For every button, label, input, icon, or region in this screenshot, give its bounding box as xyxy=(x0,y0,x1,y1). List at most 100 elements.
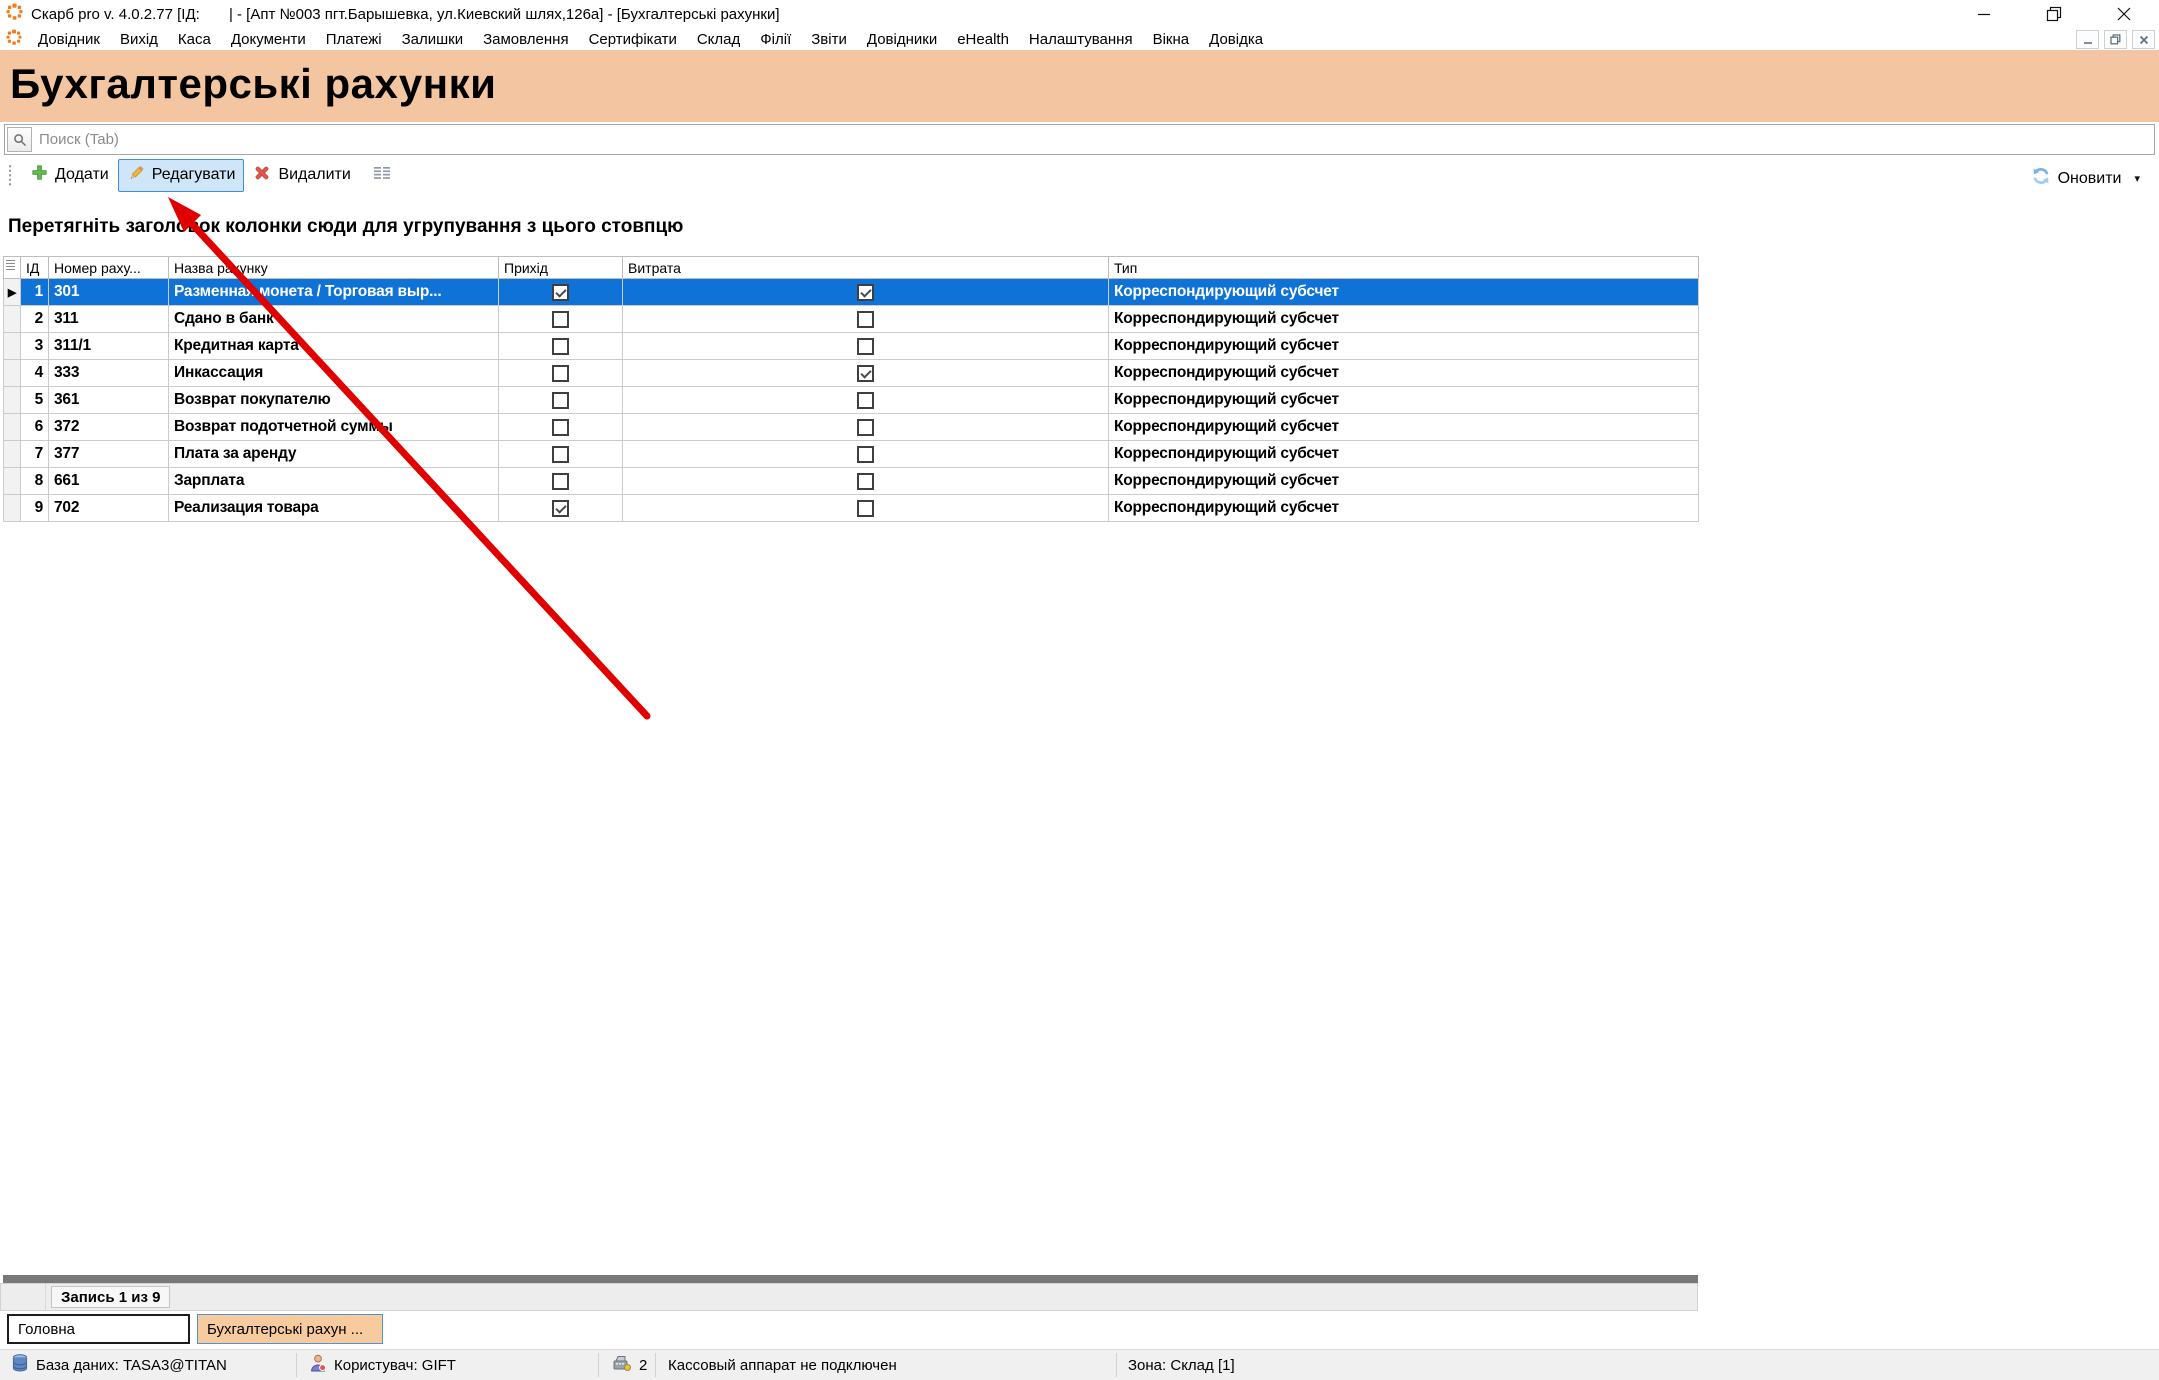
cell-number: 301 xyxy=(49,279,169,306)
cell-id: 2 xyxy=(21,306,49,333)
row-indicator xyxy=(4,387,21,414)
menu-item-14[interactable]: Вікна xyxy=(1143,30,1200,49)
column-header-id[interactable]: ІД xyxy=(21,257,49,279)
menu-item-0[interactable]: Довідник xyxy=(28,30,110,49)
income-checkbox[interactable] xyxy=(552,338,569,355)
income-checkbox[interactable] xyxy=(552,311,569,328)
expense-checkbox[interactable] xyxy=(857,473,874,490)
expense-checkbox[interactable] xyxy=(857,419,874,436)
column-header-income[interactable]: Прихід xyxy=(499,257,623,279)
expense-checkbox[interactable] xyxy=(857,365,874,382)
column-header-type[interactable]: Тип xyxy=(1109,257,1699,279)
record-count: Запись 1 из 9 xyxy=(51,1286,170,1308)
expense-checkbox[interactable] xyxy=(857,338,874,355)
menu-item-2[interactable]: Каса xyxy=(168,30,221,49)
menu-item-6[interactable]: Замовлення xyxy=(473,30,578,49)
database-icon xyxy=(12,1354,28,1376)
mdi-close-button[interactable] xyxy=(2132,30,2155,49)
window-title: Скарб pro v. 4.0.2.77 [ІД: | - [Апт №003… xyxy=(31,6,780,23)
pencil-icon xyxy=(127,164,145,187)
table-row[interactable]: 4333ИнкассацияКорреспондирующий субсчет xyxy=(4,360,1699,387)
column-header-expense[interactable]: Витрата xyxy=(623,257,1109,279)
menu-item-9[interactable]: Філії xyxy=(750,30,801,49)
expense-checkbox[interactable] xyxy=(857,311,874,328)
income-checkbox[interactable] xyxy=(552,446,569,463)
expense-checkbox[interactable] xyxy=(857,284,874,301)
cell-name: Зарплата xyxy=(169,468,499,495)
row-indicator xyxy=(4,414,21,441)
zone-label: Зона: Склад [1] xyxy=(1128,1357,1235,1374)
mdi-minimize-button[interactable] xyxy=(2076,30,2099,49)
cell-id: 9 xyxy=(21,495,49,522)
tab-label: Головна xyxy=(18,1321,75,1338)
titlebar: Скарб pro v. 4.0.2.77 [ІД: | - [Апт №003… xyxy=(0,0,2159,28)
refresh-button[interactable]: Оновити ▾ xyxy=(2022,161,2149,196)
cell-number: 372 xyxy=(49,414,169,441)
row-indicator xyxy=(4,360,21,387)
expense-checkbox[interactable] xyxy=(857,446,874,463)
table-row[interactable]: 7377Плата за арендуКорреспондирующий суб… xyxy=(4,441,1699,468)
menu-item-13[interactable]: Налаштування xyxy=(1019,30,1143,49)
accounts-table: ІД Номер раху... Назва рахунку Прихід Ви… xyxy=(3,256,1699,522)
expense-checkbox[interactable] xyxy=(857,392,874,409)
table-row[interactable]: ▶1301Разменная монета / Торговая выр...К… xyxy=(4,279,1699,306)
mdi-restore-button[interactable] xyxy=(2104,30,2127,49)
cell-number: 311/1 xyxy=(49,333,169,360)
income-checkbox[interactable] xyxy=(552,284,569,301)
add-button-label: Додати xyxy=(55,166,109,184)
cell-expense xyxy=(623,333,1109,360)
menu-item-7[interactable]: Сертифікати xyxy=(579,30,687,49)
cell-expense xyxy=(623,360,1109,387)
horizontal-scrollbar[interactable] xyxy=(3,1275,1698,1283)
cell-expense xyxy=(623,468,1109,495)
menu-item-10[interactable]: Звіти xyxy=(801,30,857,49)
table-row[interactable]: 2311Сдано в банкКорреспондирующий субсче… xyxy=(4,306,1699,333)
income-checkbox[interactable] xyxy=(552,500,569,517)
search-icon[interactable] xyxy=(7,127,32,152)
menu-item-4[interactable]: Платежі xyxy=(316,30,392,49)
columns-icon[interactable] xyxy=(372,165,392,186)
column-header-name[interactable]: Назва рахунку xyxy=(169,257,499,279)
restore-button[interactable] xyxy=(2019,0,2089,28)
zone-status: Зона: Склад [1] xyxy=(1128,1350,1235,1380)
menu-item-3[interactable]: Документи xyxy=(221,30,316,49)
expense-checkbox[interactable] xyxy=(857,500,874,517)
menu-item-12[interactable]: eHealth xyxy=(947,30,1019,49)
income-checkbox[interactable] xyxy=(552,419,569,436)
close-button[interactable] xyxy=(2089,0,2159,28)
cell-id: 1 xyxy=(21,279,49,306)
tab-golovna[interactable]: Головна xyxy=(7,1314,190,1344)
income-checkbox[interactable] xyxy=(552,392,569,409)
search-input[interactable] xyxy=(32,125,2154,154)
menu-item-1[interactable]: Вихід xyxy=(110,30,168,49)
column-header-number[interactable]: Номер раху... xyxy=(49,257,169,279)
table-row[interactable]: 5361Возврат покупателюКорреспондирующий … xyxy=(4,387,1699,414)
table-row[interactable]: 3311/1Кредитная картаКорреспондирующий с… xyxy=(4,333,1699,360)
menu-item-5[interactable]: Залишки xyxy=(392,30,474,49)
column-chooser-icon[interactable] xyxy=(4,257,21,279)
cell-name: Плата за аренду xyxy=(169,441,499,468)
income-checkbox[interactable] xyxy=(552,365,569,382)
minimize-button[interactable] xyxy=(1949,0,2019,28)
table-row[interactable]: 9702Реализация товараКорреспондирующий с… xyxy=(4,495,1699,522)
plus-icon xyxy=(31,164,48,186)
tab-accounting-accounts[interactable]: Бухгалтерські рахун ... xyxy=(197,1314,383,1344)
status-bar: База даних: TASA3@TITAN Користувач: GIFT xyxy=(0,1349,2159,1380)
table-row[interactable]: 6372Возврат подотчетной суммыКорреспонди… xyxy=(4,414,1699,441)
search-box xyxy=(4,124,2155,155)
table-row[interactable]: 8661ЗарплатаКорреспондирующий субсчет xyxy=(4,468,1699,495)
menu-item-11[interactable]: Довідники xyxy=(857,30,947,49)
cell-expense xyxy=(623,387,1109,414)
add-button[interactable]: Додати xyxy=(22,159,118,191)
cell-id: 3 xyxy=(21,333,49,360)
status-separator xyxy=(1116,1353,1117,1377)
delete-button[interactable]: Видалити xyxy=(244,159,359,192)
menu-item-15[interactable]: Довідка xyxy=(1199,30,1273,49)
cell-income xyxy=(499,414,623,441)
menu-item-8[interactable]: Склад xyxy=(687,30,750,49)
toolbar-grip[interactable] xyxy=(7,164,13,186)
refresh-dropdown-caret[interactable]: ▾ xyxy=(2134,172,2140,185)
page-title-band: Бухгалтерські рахунки xyxy=(0,50,2159,122)
income-checkbox[interactable] xyxy=(552,473,569,490)
edit-button[interactable]: Редагувати xyxy=(118,159,245,192)
